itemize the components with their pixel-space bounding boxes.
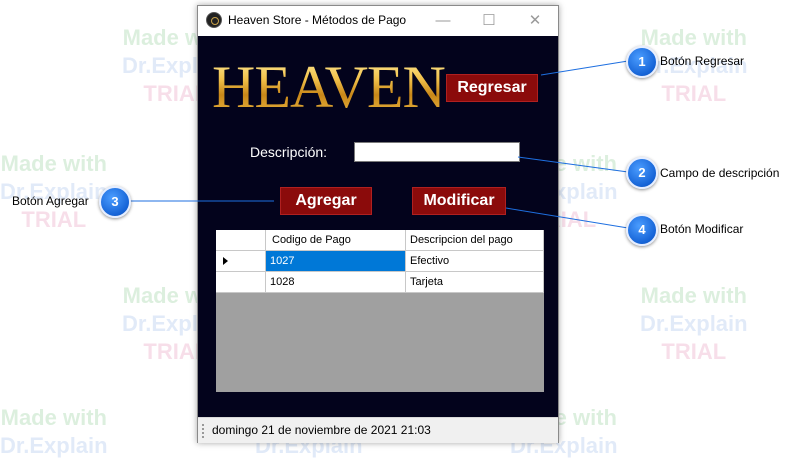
callout-line-4 <box>505 207 629 229</box>
callout-badge-1: 1 <box>626 46 658 78</box>
callout-line-2 <box>517 156 629 173</box>
callout-badge-2: 2 <box>626 157 658 189</box>
callout-label-2: Campo de descripción <box>660 166 780 180</box>
callout-badge-4: 4 <box>626 214 658 246</box>
callout-label-4: Botón Modificar <box>660 222 744 236</box>
callout-badge-3: 3 <box>99 186 131 218</box>
callout-line-1 <box>540 60 629 76</box>
callout-label-1: Botón Regresar <box>660 54 745 68</box>
callout-label-3: Botón Agregar <box>12 194 89 208</box>
